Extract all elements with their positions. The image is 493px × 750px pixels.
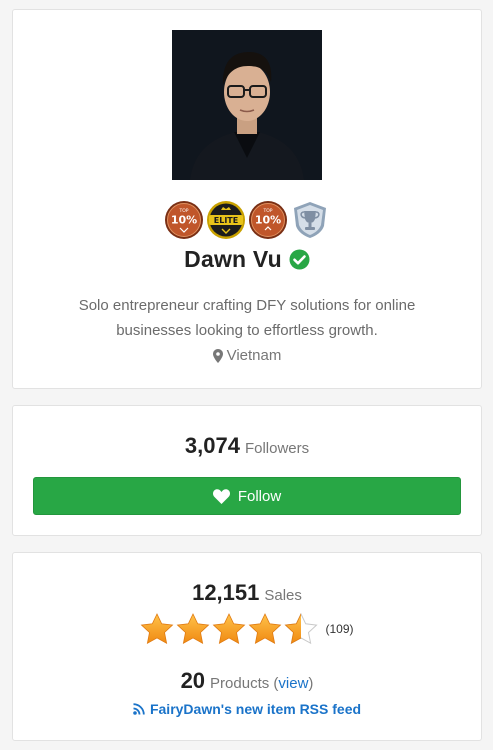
bio-line: businesses looking to effortless growth.	[116, 322, 378, 339]
star-icon	[248, 613, 282, 645]
followers-label: Followers	[244, 440, 310, 457]
half-star-icon	[284, 613, 319, 645]
rss-feed-label: FairyDawn's new item RSS feed	[149, 701, 362, 717]
trophy-shield-badge-icon[interactable]	[290, 200, 330, 240]
top-10-percent-badge-icon[interactable]: TOP 10%	[164, 200, 204, 240]
profile-name: Dawn Vu	[184, 246, 282, 272]
elite-badge-icon[interactable]: ELITE	[206, 200, 246, 240]
svg-text:ELITE: ELITE	[214, 216, 238, 225]
star-icon	[212, 613, 246, 645]
products-label-close: )	[308, 675, 314, 692]
location-text: Vietnam	[226, 347, 282, 364]
followers-card: 3,074 Followers Follow	[12, 405, 482, 536]
star-rating[interactable]: (109)	[13, 613, 481, 645]
profile-card: TOP 10% ELITE TOP 10% Dawn Vu Solo entre…	[12, 9, 482, 389]
name-row: Dawn Vu	[13, 246, 481, 273]
svg-text:10%: 10%	[255, 214, 281, 227]
top-10-percent-badge-icon[interactable]: TOP 10%	[248, 200, 288, 240]
rating-count: (109)	[325, 622, 354, 636]
followers-count: 3,074	[184, 433, 240, 458]
view-products-link[interactable]: view	[278, 675, 308, 692]
products-stat: 20 Products (view)	[13, 668, 481, 694]
avatar[interactable]	[172, 30, 322, 180]
rss-feed-link[interactable]: FairyDawn's new item RSS feed	[13, 701, 481, 717]
rss-icon	[133, 703, 145, 715]
star-icon	[140, 613, 174, 645]
profile-bio: Solo entrepreneur crafting DFY solutions…	[33, 293, 461, 343]
sales-stat: 12,151 Sales	[13, 580, 481, 606]
bio-line: Solo entrepreneur crafting DFY solutions…	[78, 297, 416, 314]
profile-location: Vietnam	[13, 347, 481, 364]
follow-button-label: Follow	[237, 487, 282, 505]
followers-stat: 3,074 Followers	[13, 433, 481, 459]
badge-row: TOP 10% ELITE TOP 10%	[13, 200, 481, 240]
heart-icon	[212, 488, 230, 504]
sales-card: 12,151 Sales (109) 20 Products (view) Fa…	[12, 552, 482, 741]
sales-label: Sales	[264, 587, 302, 604]
star-icon	[176, 613, 210, 645]
check-circle-icon	[289, 249, 310, 270]
svg-text:10%: 10%	[171, 214, 197, 227]
products-label: Products (view)	[210, 675, 313, 692]
sales-count: 12,151	[192, 580, 260, 605]
follow-button[interactable]: Follow	[33, 477, 461, 515]
map-pin-icon	[212, 348, 223, 363]
products-label-text: Products (	[210, 675, 279, 692]
products-count: 20	[180, 668, 206, 693]
